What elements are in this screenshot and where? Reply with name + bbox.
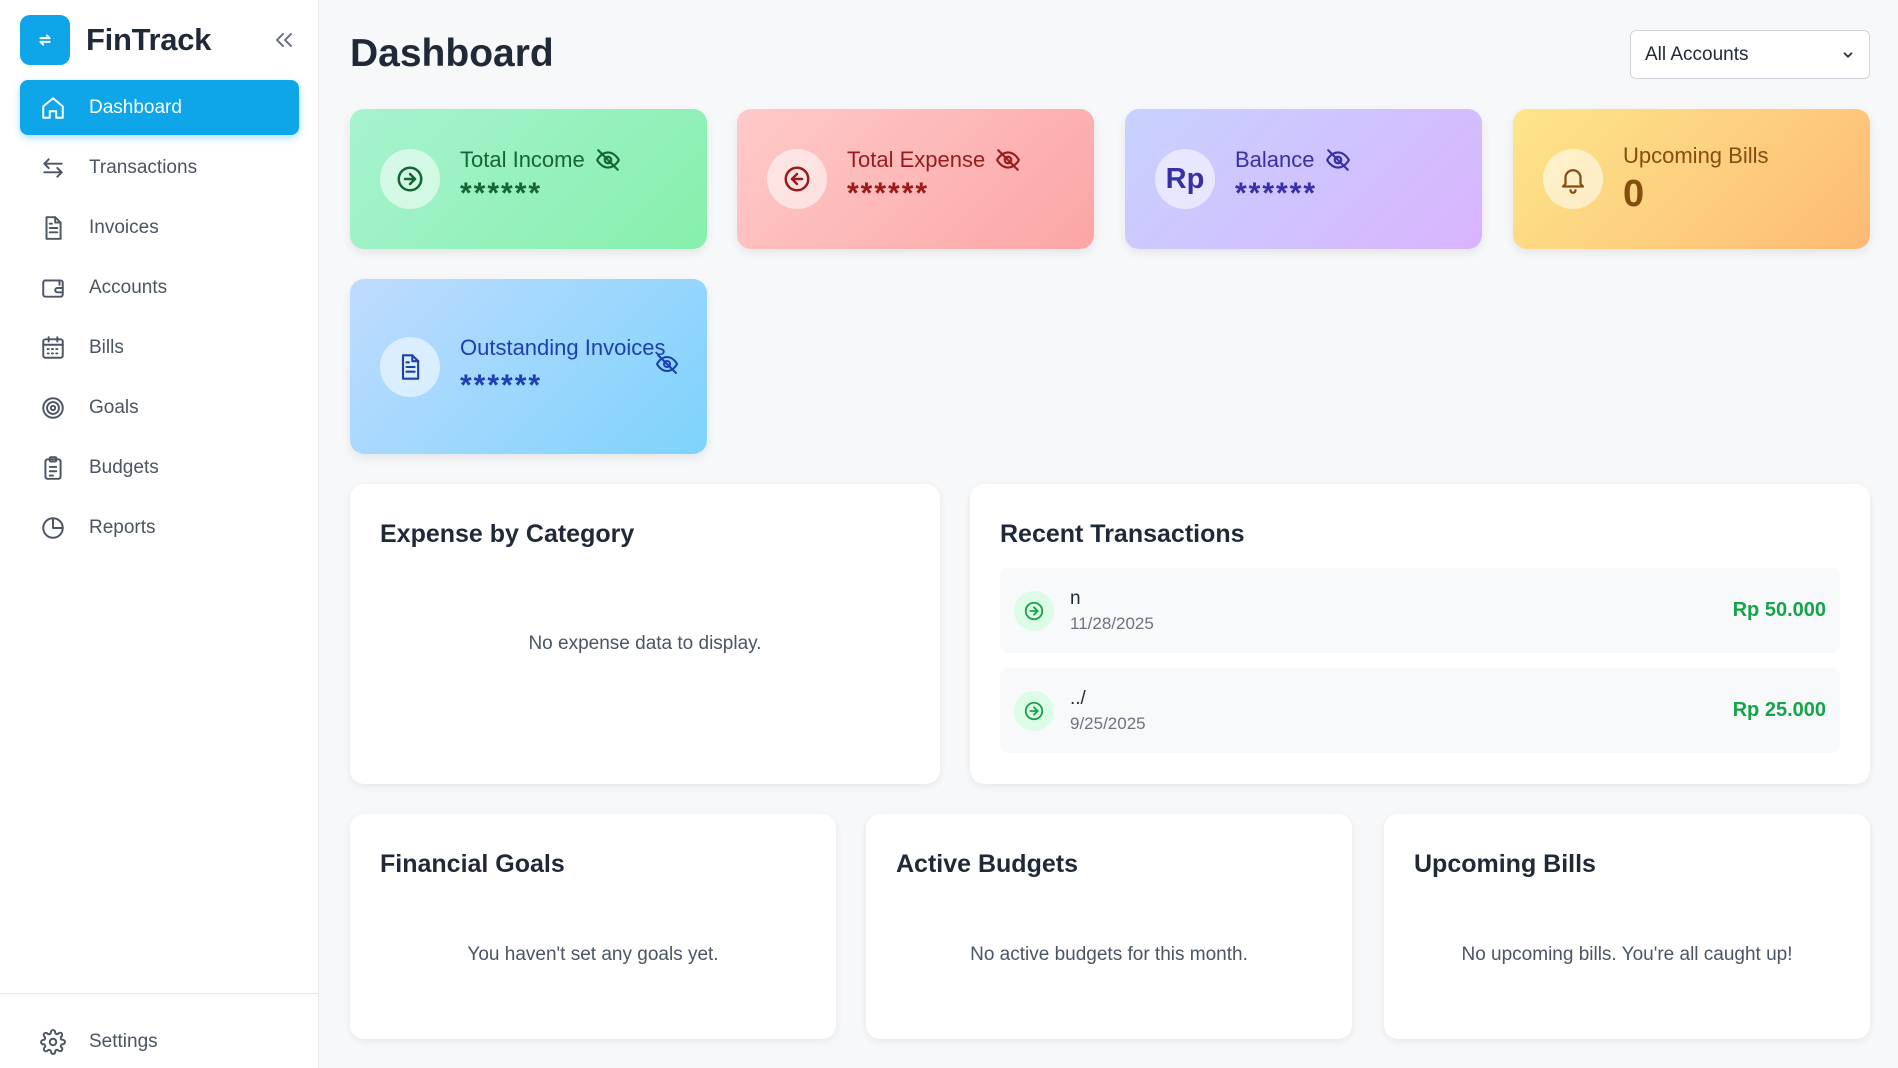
upcoming-bills-card: Upcoming Bills No upcoming bills. You're… <box>1384 814 1870 1039</box>
brand-name: FinTrack <box>86 22 212 57</box>
transaction-description: ../ <box>1070 687 1086 709</box>
collapse-sidebar-button[interactable] <box>270 26 298 54</box>
stat-card-balance: Rp Balance ****** <box>1125 109 1482 249</box>
stat-label: Upcoming Bills <box>1623 142 1769 168</box>
sidebar-item-transactions[interactable]: Transactions <box>20 140 299 195</box>
empty-state-text: No active budgets for this month. <box>970 944 1248 965</box>
empty-state-text: You haven't set any goals yet. <box>467 944 719 965</box>
eye-off-icon[interactable] <box>1325 147 1351 173</box>
currency-symbol: Rp <box>1165 162 1205 195</box>
eye-off-icon[interactable] <box>595 147 621 173</box>
stat-value: 0 <box>1623 172 1645 215</box>
sidebar-item-budgets[interactable]: Budgets <box>20 440 299 495</box>
income-arrow-icon <box>1014 690 1054 731</box>
transaction-description: n <box>1070 587 1081 609</box>
transaction-date: 11/28/2025 <box>1070 613 1154 633</box>
empty-state-text: No expense data to display. <box>528 633 762 654</box>
sidebar-item-label: Accounts <box>89 276 168 298</box>
active-budgets-card: Active Budgets No active budgets for thi… <box>866 814 1352 1039</box>
page-title: Dashboard <box>350 32 554 75</box>
card-title: Expense by Category <box>380 520 635 548</box>
sidebar-item-label: Settings <box>89 1030 158 1052</box>
sidebar: FinTrack Dashboard Transactions Invoices… <box>0 0 319 1068</box>
transaction-row[interactable]: ../ 9/25/2025 Rp 25.000 <box>1000 668 1840 753</box>
sidebar-footer: Settings <box>0 993 319 1068</box>
recent-transactions-card: Recent Transactions n 11/28/2025 Rp 50.0… <box>970 484 1870 784</box>
card-title: Active Budgets <box>896 850 1078 878</box>
financial-goals-card: Financial Goals You haven't set any goal… <box>350 814 836 1039</box>
sidebar-item-label: Invoices <box>89 216 159 238</box>
sidebar-item-label: Dashboard <box>89 96 182 118</box>
brand-logo-icon <box>20 15 70 65</box>
wallet-icon <box>42 278 64 298</box>
sidebar-item-label: Transactions <box>89 156 198 178</box>
card-title: Financial Goals <box>380 850 565 878</box>
account-filter-value: All Accounts <box>1645 43 1749 65</box>
stat-value: ****** <box>847 177 930 210</box>
sidebar-item-invoices[interactable]: Invoices <box>20 200 299 255</box>
sidebar-item-label: Budgets <box>89 456 159 478</box>
arrow-right-circle-icon <box>380 149 440 209</box>
eye-off-icon[interactable] <box>655 352 679 381</box>
stat-label: Total Income <box>460 147 585 172</box>
stat-card-total-expense: Total Expense ****** <box>737 109 1094 249</box>
transaction-row[interactable]: n 11/28/2025 Rp 50.000 <box>1000 568 1840 653</box>
stat-value: ****** <box>1235 177 1318 210</box>
sidebar-item-accounts[interactable]: Accounts <box>20 260 299 315</box>
main-content: Dashboard All Accounts Total Income ****… <box>350 0 1870 1068</box>
target-icon <box>42 396 64 419</box>
stat-card-total-income: Total Income ****** <box>350 109 707 249</box>
stat-value: ****** <box>460 369 543 402</box>
sidebar-item-goals[interactable]: Goals <box>20 380 299 435</box>
sidebar-item-bills[interactable]: Bills <box>20 320 299 375</box>
clipboard-icon <box>44 455 62 480</box>
eye-off-icon[interactable] <box>995 147 1021 173</box>
transaction-amount: Rp 25.000 <box>1732 699 1826 721</box>
gear-icon <box>40 1028 66 1055</box>
sidebar-item-label: Bills <box>89 336 124 358</box>
brand: FinTrack <box>20 15 211 65</box>
stat-label: Total Expense <box>847 147 986 172</box>
stat-label: Balance <box>1235 147 1315 172</box>
chevrons-left-icon <box>276 33 292 47</box>
card-title: Upcoming Bills <box>1414 850 1596 878</box>
sidebar-item-label: Goals <box>89 396 139 418</box>
home-icon <box>42 96 64 119</box>
empty-state-text: No upcoming bills. You're all caught up! <box>1461 944 1793 965</box>
sidebar-item-label: Reports <box>89 516 156 538</box>
transaction-amount: Rp 50.000 <box>1732 599 1826 621</box>
currency-rp-icon: Rp <box>1155 149 1215 209</box>
stat-value: ****** <box>460 177 543 210</box>
sidebar-nav: Dashboard Transactions Invoices Accounts… <box>20 80 299 560</box>
stat-card-outstanding-invoices: Outstanding Invoices ****** <box>350 279 707 454</box>
document-icon <box>45 215 62 240</box>
stat-card-upcoming-bills: Upcoming Bills 0 <box>1513 109 1870 249</box>
calendar-icon <box>42 335 64 359</box>
document-icon <box>380 336 440 397</box>
card-title: Recent Transactions <box>1000 520 1245 548</box>
sidebar-item-reports[interactable]: Reports <box>20 500 299 555</box>
income-arrow-icon <box>1014 590 1054 631</box>
chevron-down-icon <box>1843 51 1853 58</box>
expense-by-category-card: Expense by Category No expense data to d… <box>350 484 940 784</box>
arrow-left-circle-icon <box>767 149 827 209</box>
arrows-swap-icon <box>43 157 63 178</box>
account-filter-select[interactable]: All Accounts <box>1630 30 1870 79</box>
transaction-date: 9/25/2025 <box>1070 713 1146 733</box>
stat-label: Outstanding Invoices <box>460 335 666 360</box>
sidebar-item-settings[interactable]: Settings <box>20 1014 299 1068</box>
pie-chart-icon <box>42 516 64 539</box>
bell-icon <box>1543 149 1603 209</box>
sidebar-item-dashboard[interactable]: Dashboard <box>20 80 299 135</box>
